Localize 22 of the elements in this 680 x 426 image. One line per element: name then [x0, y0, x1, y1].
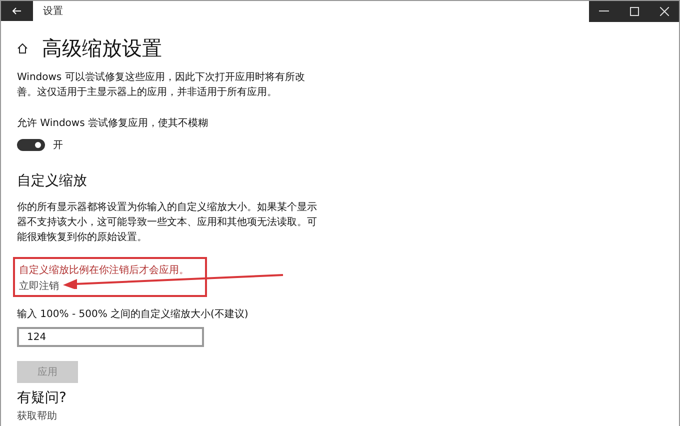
help-heading: 有疑问?	[17, 389, 68, 407]
description-text: 你的所有显示器都将设置为你输入的自定义缩放大小。如果某个显示器不支持该大小，这可能导致一些文本、应用和其他项无法读取。可能很难恢复到你的原始设置。	[17, 200, 317, 245]
scale-input-field[interactable]: 124	[17, 327, 204, 347]
minimize-icon	[599, 10, 609, 12]
back-button[interactable]	[1, 1, 33, 21]
section-heading: 自定义缩放	[17, 172, 88, 190]
toggle-switch[interactable]	[17, 139, 45, 151]
maximize-icon	[630, 6, 638, 16]
get-help-link[interactable]: 获取帮助	[17, 409, 57, 423]
minimize-button[interactable]	[589, 0, 619, 22]
input-label: 输入 100% - 500% 之间的自定义缩放大小(不建议)	[17, 308, 250, 321]
intro-text: Windows 可以尝试修复这些应用，因此下次打开应用时将有所改善。这仅适用于主显示器上的应用，并非适用于所有应用。	[17, 70, 306, 100]
sign-out-link[interactable]: 立即注销	[19, 279, 59, 293]
page-title: 高级缩放设置	[42, 35, 162, 62]
toggle-state-text: 开	[53, 139, 63, 152]
close-icon	[660, 6, 668, 16]
home-icon[interactable]	[17, 43, 28, 54]
back-arrow-icon	[12, 7, 22, 15]
fix-apps-label: 允许 Windows 尝试修复应用，使其不模糊	[17, 116, 209, 130]
close-button[interactable]	[649, 0, 679, 22]
notice-text: 自定义缩放比例在你注销后才会应用。	[19, 264, 190, 277]
window-title: 设置	[43, 4, 64, 18]
